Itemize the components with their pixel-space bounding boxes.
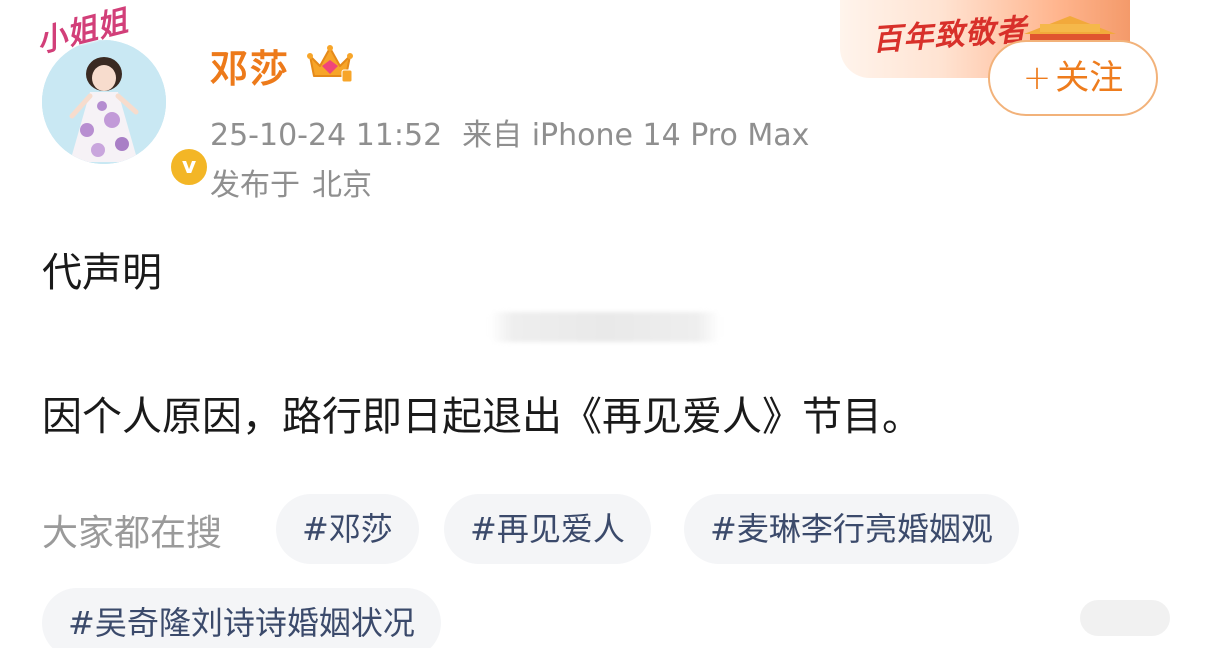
trending-label: 大家都在搜: [42, 513, 223, 554]
verified-badge-icon: v: [168, 146, 210, 188]
post-body: 因个人原因，路行即日起退出《再见爱人》节目。: [42, 394, 922, 440]
watermark-logo: [1080, 600, 1170, 636]
post-title: 代声明: [42, 250, 162, 296]
post-location: 发布于 北京: [210, 160, 384, 204]
follow-label: 关注: [1055, 58, 1124, 98]
location-value: 北京: [312, 168, 372, 203]
trending-tag[interactable]: #吴奇隆刘诗诗婚姻状况: [42, 588, 441, 648]
username[interactable]: 邓莎: [210, 38, 290, 93]
blurred-content: [490, 312, 720, 342]
crown-icon: [307, 45, 353, 83]
trending-tag[interactable]: #邓莎: [276, 494, 419, 564]
post-source: 来自 iPhone 14 Pro Max: [462, 118, 810, 153]
follow-button[interactable]: + 关注: [988, 40, 1158, 116]
plus-icon: +: [1022, 58, 1052, 98]
post-timestamp: 25-10-24 11:52: [210, 118, 443, 153]
trending-tag[interactable]: #再见爱人: [444, 494, 651, 564]
weibo-post-card: 小姐姐 v 邓莎 25-10-24 11:52 来自 iPhone 14 Pro …: [0, 0, 1206, 648]
post-meta: 25-10-24 11:52 来自 iPhone 14 Pro Max: [210, 110, 829, 154]
avatar[interactable]: 小姐姐 v: [33, 4, 210, 188]
location-prefix: 发布于: [210, 168, 300, 203]
trending-tag[interactable]: #麦琳李行亮婚姻观: [684, 494, 1019, 564]
